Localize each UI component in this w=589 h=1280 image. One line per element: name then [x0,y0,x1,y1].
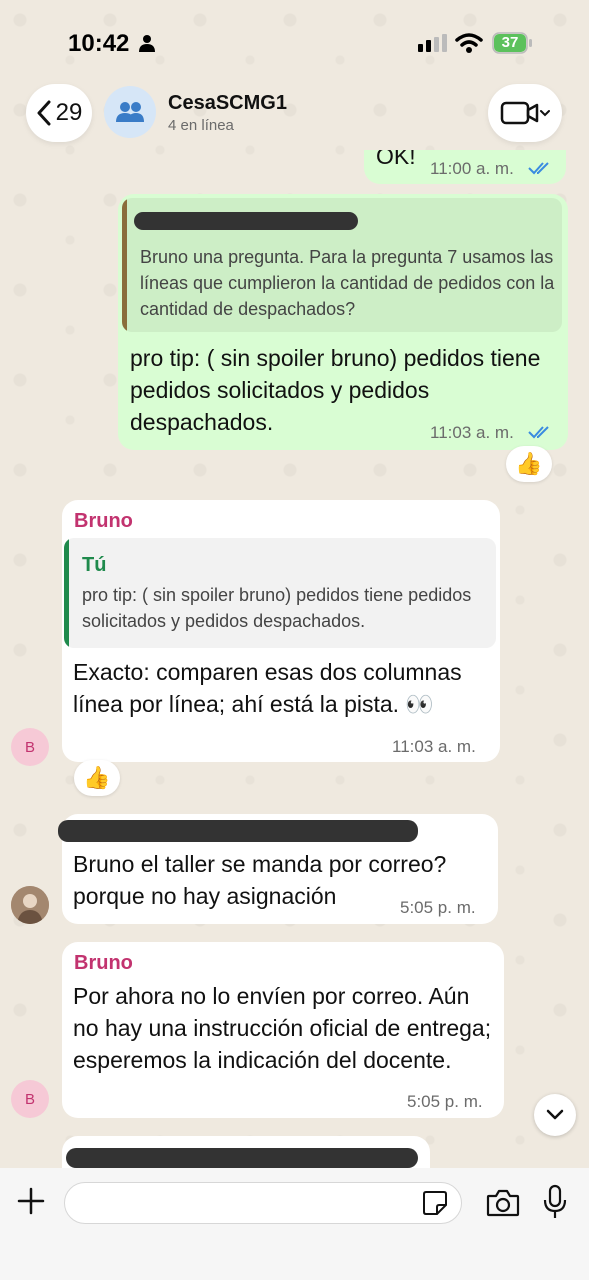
message-time: 11:00 a. m. [430,159,514,178]
group-avatar[interactable] [104,86,156,138]
back-button[interactable]: 29 [26,84,92,142]
quote-author: Tú [82,554,107,576]
sender-avatar[interactable]: B [11,728,49,766]
message-text: Exacto: comparen esas dos columnas línea… [73,659,462,717]
redacted-name [134,212,358,230]
message-composer [0,1168,589,1280]
read-receipt-icon [528,162,549,175]
message-bubble-incoming[interactable]: Bruno Tú pro tip: ( sin spoiler bruno) p… [62,500,500,762]
camera-icon[interactable] [486,1188,520,1218]
redacted-name [66,1148,418,1168]
message-bubble-incoming[interactable] [62,1136,430,1170]
scroll-to-bottom-button[interactable] [534,1094,576,1136]
wifi-icon [455,33,483,53]
quote-bar [122,198,127,332]
reaction-badge[interactable]: 👍 [74,760,120,796]
sender-name[interactable]: Bruno [74,510,133,533]
message-bubble-outgoing[interactable]: OK! 11:00 a. m. [364,150,566,184]
message-text: Por ahora no lo envíen por correo. Aún n… [73,983,492,1073]
chevron-down-icon [546,1109,564,1120]
unread-count: 29 [55,99,83,126]
chat-header: 29 CesaSCMG1 4 en línea [0,80,589,150]
microphone-icon[interactable] [542,1184,568,1220]
sender-avatar[interactable]: B [11,1080,49,1118]
quoted-text: Bruno una pregunta. Para la pregunta 7 u… [140,247,555,319]
sticker-icon[interactable] [422,1190,448,1216]
video-camera-icon [500,101,550,125]
read-receipt-icon [528,426,549,439]
message-bubble-incoming[interactable]: Bruno Por ahora no lo envíen por correo.… [62,942,504,1118]
chevron-left-icon [37,100,51,126]
message-input[interactable] [64,1182,462,1224]
quoted-message[interactable]: Tú pro tip: ( sin spoiler bruno) pedidos… [64,538,496,648]
battery-level: 37 [494,34,526,52]
group-online-status: 4 en línea [168,117,234,134]
message-time: 11:03 a. m. [392,737,476,756]
message-list[interactable]: OK! 11:00 a. m. Bruno una pregunta. Para… [0,150,589,1170]
quoted-message[interactable]: Bruno una pregunta. Para la pregunta 7 u… [122,198,562,332]
message-text: OK! [376,150,416,169]
video-call-button[interactable] [488,84,562,142]
cellular-signal-icon [418,34,447,52]
plus-icon[interactable] [16,1186,46,1216]
profile-photo-icon [11,886,49,924]
group-title[interactable]: CesaSCMG1 [168,92,287,115]
quoted-text: pro tip: ( sin spoiler bruno) pedidos ti… [82,585,472,631]
message-bubble-incoming[interactable]: Bruno el taller se manda por correo? por… [58,814,498,924]
reaction-badge[interactable]: 👍 [506,446,552,482]
message-time: 11:03 a. m. [430,423,514,442]
status-bar: 10:42 37 [0,0,589,80]
group-icon [116,102,144,122]
person-icon [139,35,155,52]
message-time: 5:05 p. m. [400,898,476,917]
message-time: 5:05 p. m. [407,1092,483,1111]
message-bubble-outgoing[interactable]: Bruno una pregunta. Para la pregunta 7 u… [118,194,568,450]
redacted-name [58,820,418,842]
sender-name[interactable]: Bruno [74,952,133,975]
sender-avatar[interactable] [11,886,49,924]
quote-bar [64,538,69,648]
status-time: 10:42 [68,30,130,57]
